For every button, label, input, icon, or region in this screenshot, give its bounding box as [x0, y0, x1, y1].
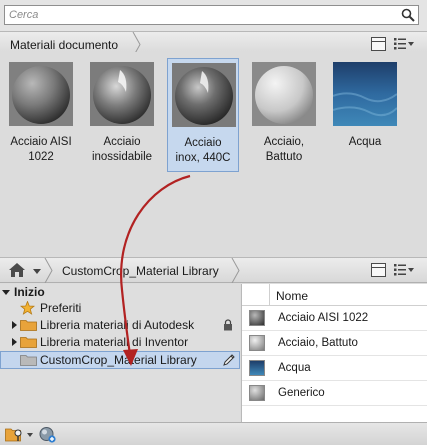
material-acciaio-inox-440c[interactable]: Acciaio inox, 440C: [167, 58, 239, 172]
expand-icon[interactable]: [12, 321, 17, 329]
tree-item-label: Libreria materiali di Inventor: [40, 335, 189, 349]
list-view-options-icon[interactable]: [393, 37, 415, 51]
panel-view-icon[interactable]: [371, 263, 386, 277]
star-icon: [20, 301, 35, 315]
library-tree: Inizio Preferiti Libreria materiali di A…: [0, 284, 240, 422]
material-label: inossidabile: [91, 151, 153, 163]
material-thumbnail: [333, 62, 397, 126]
expand-icon[interactable]: [12, 338, 17, 346]
tree-item-preferiti[interactable]: Preferiti: [0, 300, 240, 316]
library-manager-dropdown-icon[interactable]: [27, 433, 33, 437]
tree-item-libreria-inventor[interactable]: Libreria materiali di Inventor: [0, 334, 240, 350]
document-materials-title[interactable]: Materiali documento: [10, 38, 118, 52]
list-item[interactable]: Acciaio AISI 1022: [242, 306, 427, 331]
list-item[interactable]: Acqua: [242, 356, 427, 381]
material-label: Acqua: [348, 136, 382, 148]
list-item[interactable]: Generico: [242, 381, 427, 406]
list-header: Nome: [242, 284, 427, 306]
lock-icon: [224, 319, 232, 331]
tree-root-inizio[interactable]: Inizio: [0, 284, 240, 300]
material-label: Acciaio: [103, 136, 141, 148]
search-input[interactable]: [9, 8, 389, 22]
tree-item-label: CustomCrop_Material Library: [40, 353, 197, 367]
create-material-icon[interactable]: [39, 426, 56, 443]
material-label: Acciaio,: [263, 136, 305, 148]
material-label: 1022: [28, 151, 54, 163]
material-thumbnail: [172, 63, 236, 127]
folder-icon: [20, 337, 37, 348]
panel-view-icon[interactable]: [371, 37, 386, 51]
name-column-header[interactable]: Nome: [276, 289, 308, 303]
collapse-icon[interactable]: [2, 290, 10, 295]
tree-item-label: Preferiti: [40, 301, 82, 315]
folder-icon: [20, 355, 37, 366]
breadcrumb-chevron-icon: [44, 258, 53, 283]
bottom-toolbar: [0, 422, 427, 445]
search-box: [4, 5, 419, 25]
list-item-name: Acqua: [278, 362, 311, 374]
material-thumbnail: [252, 62, 316, 126]
material-thumbnail: [9, 62, 73, 126]
list-item-name: Generico: [278, 387, 325, 399]
material-label: inox, 440C: [175, 152, 231, 164]
home-dropdown-icon[interactable]: [33, 269, 41, 274]
search-icon[interactable]: [401, 8, 415, 22]
list-item[interactable]: Acciaio, Battuto: [242, 331, 427, 356]
list-item-name: Acciaio AISI 1022: [278, 312, 369, 324]
material-label: Acciaio: [184, 137, 222, 149]
library-breadcrumb-current[interactable]: CustomCrop_Material Library: [62, 264, 219, 278]
thumbnail-column-header[interactable]: [242, 284, 270, 306]
material-thumbnail: [249, 310, 265, 326]
material-acciaio-battuto[interactable]: Acciaio, Battuto: [248, 58, 320, 172]
material-thumbnail: [249, 335, 265, 351]
tree-root-label: Inizio: [14, 285, 45, 299]
tree-item-label: Libreria materiali di Autodesk: [40, 318, 195, 332]
list-view-options-icon[interactable]: [393, 263, 415, 277]
material-acciaio-inossidabile[interactable]: Acciaio inossidabile: [86, 58, 158, 172]
material-thumbnail: [249, 360, 265, 376]
pencil-icon[interactable]: [222, 353, 236, 367]
material-label: Battuto: [265, 151, 303, 163]
library-materials-list: Nome Acciaio AISI 1022 Acciaio, Battuto …: [241, 284, 427, 422]
tree-item-libreria-autodesk[interactable]: Libreria materiali di Autodesk: [0, 317, 240, 333]
material-label: Acciaio AISI: [10, 136, 72, 148]
material-acciaio-aisi-1022[interactable]: Acciaio AISI 1022: [5, 58, 77, 172]
tree-item-customcrop-library[interactable]: CustomCrop_Material Library: [0, 351, 240, 369]
library-breadcrumb-bar: CustomCrop_Material Library: [0, 257, 427, 283]
material-acqua[interactable]: Acqua: [329, 58, 401, 172]
home-icon[interactable]: [8, 262, 26, 278]
search-bar: [0, 0, 427, 31]
library-manager-icon[interactable]: [5, 427, 25, 442]
document-materials-panel: Acciaio AISI 1022 Acciaio inossidabile A…: [0, 52, 427, 260]
material-thumbnail: [249, 385, 265, 401]
breadcrumb-chevron-icon: [231, 258, 240, 283]
folder-icon: [20, 320, 37, 331]
material-thumbnail: [90, 62, 154, 126]
list-item-name: Acciaio, Battuto: [278, 337, 358, 349]
